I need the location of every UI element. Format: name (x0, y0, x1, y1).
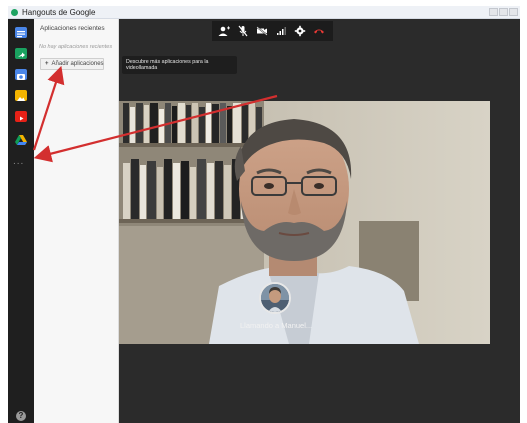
add-person-icon[interactable] (217, 24, 231, 38)
camera-off-icon[interactable] (255, 24, 269, 38)
drive-icon[interactable] (15, 132, 27, 145)
signal-icon[interactable] (274, 24, 288, 38)
call-toolbar (212, 21, 333, 41)
call-status-text: Llamando a Manuel... (240, 321, 313, 330)
add-apps-label: Añadir aplicaciones (51, 61, 104, 67)
minimize-button[interactable] (489, 8, 498, 16)
screen-share-icon[interactable] (15, 48, 27, 59)
window-title: Hangouts de Google (22, 8, 96, 17)
empty-apps-text: No hay aplicaciones recientes (39, 44, 113, 50)
plus-icon: + (45, 61, 49, 67)
call-area: Descubre más aplicaciones para la videol… (119, 19, 520, 423)
recent-apps-panel: Aplicaciones recientes No hay aplicacion… (34, 19, 119, 423)
add-apps-button[interactable]: + Añadir aplicaciones (40, 58, 104, 70)
camera-icon[interactable] (15, 69, 27, 80)
mic-off-icon[interactable] (236, 24, 250, 38)
panel-title: Aplicaciones recientes (40, 25, 105, 32)
hangouts-icon (11, 9, 18, 16)
hangouts-window: Hangouts de Google ... ? Aplicaciones re… (0, 0, 527, 423)
youtube-icon[interactable] (15, 111, 27, 122)
more-apps-button[interactable]: ... (13, 157, 24, 167)
chat-icon[interactable] (15, 27, 27, 38)
window-controls (489, 8, 518, 16)
settings-icon[interactable] (293, 24, 307, 38)
video-feed (119, 101, 490, 344)
maximize-button[interactable] (499, 8, 508, 16)
close-button[interactable] (509, 8, 518, 16)
hang-up-icon[interactable] (312, 24, 326, 38)
webcam-image (119, 101, 490, 344)
app-rail: ... ? (8, 19, 34, 423)
discover-apps-tooltip[interactable]: Descubre más aplicaciones para la videol… (122, 56, 237, 74)
title-bar: Hangouts de Google (8, 6, 520, 19)
callee-avatar (259, 282, 291, 314)
help-icon[interactable]: ? (16, 411, 26, 421)
photo-icon[interactable] (15, 90, 27, 101)
